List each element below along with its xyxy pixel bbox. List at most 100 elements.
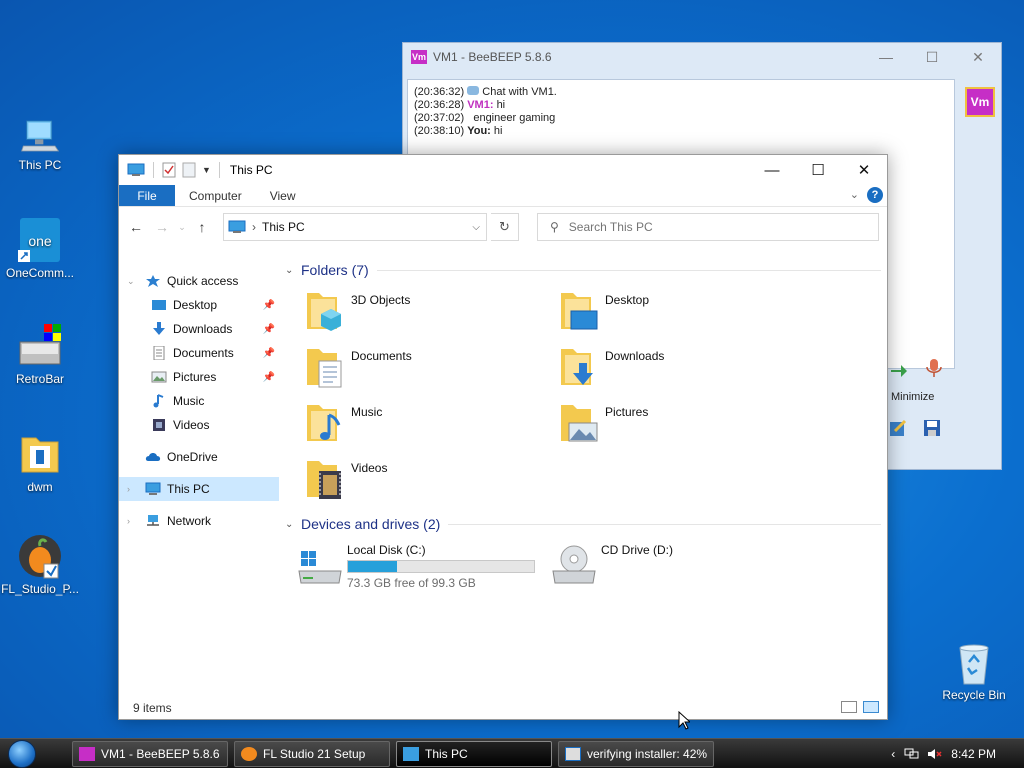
music-folder-icon: [307, 405, 341, 441]
tab-file[interactable]: File: [119, 185, 175, 206]
folder-3d-objects[interactable]: 3D Objects: [285, 283, 539, 339]
expand-ribbon-icon[interactable]: ⌄: [850, 188, 859, 201]
nav-this-pc[interactable]: › This PC: [119, 477, 279, 501]
drive-name: CD Drive (D:): [601, 543, 673, 557]
chat-line: (20:37:02) engineer gaming: [414, 112, 556, 124]
show-hidden-icons-icon[interactable]: ‹: [891, 747, 895, 761]
folder-desktop[interactable]: Desktop: [539, 283, 793, 339]
desktop-icon-retrobar[interactable]: RetroBar: [0, 322, 80, 386]
help-icon[interactable]: ?: [867, 187, 883, 203]
desktop-icon-label: RetroBar: [15, 372, 65, 386]
videos-folder-icon: [307, 461, 341, 499]
nav-item-documents[interactable]: Documents 📌: [119, 341, 279, 365]
drive-c[interactable]: Local Disk (C:) 73.3 GB free of 99.3 GB: [285, 537, 539, 593]
mouse-cursor-icon: [678, 711, 690, 730]
drive-name: Local Disk (C:): [347, 543, 426, 557]
close-button[interactable]: ✕: [955, 43, 1001, 71]
folders-group-header[interactable]: ⌄ Folders (7): [285, 257, 881, 283]
maximize-button[interactable]: ☐: [795, 155, 841, 185]
status-bar-item-count: 9 items: [133, 701, 172, 715]
chevron-down-icon[interactable]: ▼: [202, 165, 211, 175]
folder-documents[interactable]: Documents: [285, 339, 539, 395]
nav-onedrive[interactable]: OneDrive: [119, 445, 279, 469]
system-tray: ‹ 8:42 PM: [891, 739, 1024, 768]
clock[interactable]: 8:42 PM: [951, 747, 996, 761]
folder-videos[interactable]: Videos: [285, 451, 539, 507]
close-button[interactable]: ✕: [841, 155, 887, 185]
collapse-icon[interactable]: ⌄: [127, 276, 135, 287]
address-dropdown-icon[interactable]: ⌵: [472, 222, 480, 233]
expand-icon[interactable]: ›: [127, 516, 130, 526]
large-icons-view-icon[interactable]: [863, 701, 879, 713]
desktop-icon-fl-studio[interactable]: FL_Studio_P...: [0, 532, 80, 596]
folder-downloads[interactable]: Downloads: [539, 339, 793, 395]
drive-usage-bar: [347, 560, 535, 573]
computer-icon: [127, 163, 145, 176]
drive-d[interactable]: CD Drive (D:): [539, 537, 793, 593]
folders-list: 3D Objects Desktop Documents Downloads M…: [285, 283, 881, 507]
computer-icon: [403, 746, 419, 761]
nav-quick-access[interactable]: ⌄ Quick access: [119, 269, 279, 293]
desktop-icon-dwm[interactable]: dwm: [0, 430, 80, 494]
forward-button[interactable]: →: [151, 219, 173, 235]
breadcrumb-separator: ›: [252, 220, 256, 234]
refresh-button[interactable]: ↻: [491, 213, 519, 241]
volume-muted-icon[interactable]: [927, 747, 943, 761]
back-button[interactable]: ←: [125, 219, 147, 235]
tab-computer[interactable]: Computer: [175, 185, 256, 206]
address-bar[interactable]: › This PC ⌵: [223, 213, 487, 241]
window-title: This PC: [229, 163, 273, 177]
cd-drive-icon: [552, 545, 596, 584]
breadcrumb[interactable]: This PC: [262, 220, 305, 234]
network-icon[interactable]: [903, 747, 919, 761]
search-box[interactable]: ⚲: [537, 213, 879, 241]
save-icon[interactable]: [921, 417, 943, 439]
nav-item-desktop[interactable]: Desktop 📌: [119, 293, 279, 317]
desktop-icon-label: This PC: [18, 158, 62, 172]
nav-item-downloads[interactable]: Downloads 📌: [119, 317, 279, 341]
minimize-button[interactable]: —: [749, 155, 795, 185]
microphone-icon[interactable]: [923, 357, 945, 379]
minimize-label[interactable]: Minimize: [891, 391, 934, 403]
recent-locations-icon[interactable]: ⌄: [177, 222, 187, 233]
send-arrow-icon[interactable]: [887, 359, 909, 381]
ribbon-tabs: File Computer View ⌄ ?: [119, 185, 887, 207]
nav-item-music[interactable]: Music: [119, 389, 279, 413]
pin-icon: 📌: [262, 299, 275, 311]
folder-music[interactable]: Music: [285, 395, 539, 451]
start-button[interactable]: [0, 739, 44, 768]
beebeep-app-icon: [79, 746, 95, 761]
taskbar-button-this-pc[interactable]: This PC: [396, 740, 552, 767]
nav-item-pictures[interactable]: Pictures 📌: [119, 365, 279, 389]
folder-pictures[interactable]: Pictures: [539, 395, 793, 451]
document-icon: [153, 346, 165, 360]
computer-icon: [21, 120, 60, 152]
new-folder-icon[interactable]: [182, 162, 196, 178]
edit-icon[interactable]: [887, 417, 909, 439]
nav-network[interactable]: › Network: [119, 509, 279, 533]
tab-view[interactable]: View: [256, 185, 310, 206]
properties-icon[interactable]: [162, 162, 176, 178]
details-view-icon[interactable]: [841, 701, 857, 713]
music-note-icon: [153, 394, 164, 408]
minimize-button[interactable]: —: [863, 43, 909, 71]
user-vm1-avatar[interactable]: Vm: [965, 87, 995, 117]
expand-icon[interactable]: ›: [127, 484, 130, 494]
explorer-window[interactable]: ▼ This PC — ☐ ✕ File Computer View ⌄ ? ←…: [118, 154, 888, 720]
desktop-icon-this-pc[interactable]: This PC: [0, 116, 80, 172]
drives-group-header[interactable]: ⌄ Devices and drives (2): [285, 511, 881, 537]
fl-studio-icon: [241, 746, 257, 761]
desktop-icon-recycle-bin[interactable]: Recycle Bin: [934, 638, 1014, 702]
picture-icon: [151, 371, 167, 383]
search-input[interactable]: [568, 220, 849, 234]
up-button[interactable]: ↑: [191, 219, 213, 235]
nav-item-videos[interactable]: Videos: [119, 413, 279, 437]
drive-usage-fill: [348, 561, 397, 572]
network-icon: [147, 515, 159, 526]
maximize-button[interactable]: ☐: [909, 43, 955, 71]
3d-objects-folder-icon: [307, 293, 341, 331]
taskbar-button-beebeep[interactable]: VM1 - BeeBEEP 5.8.6: [72, 740, 228, 767]
desktop-icon-onecomm[interactable]: one OneComm...: [0, 216, 80, 280]
taskbar-button-fl-studio-setup[interactable]: FL Studio 21 Setup: [234, 740, 390, 767]
taskbar-button-verifying-installer[interactable]: verifying installer: 42%: [558, 740, 714, 767]
